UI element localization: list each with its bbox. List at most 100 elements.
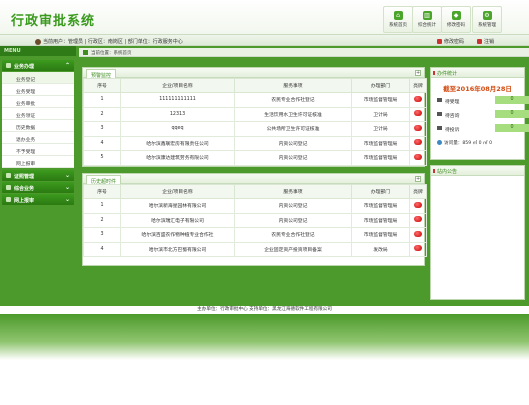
sidebar-section-label: 综合业务: [14, 186, 35, 192]
tab-warning-monitor[interactable]: 预警监控: [86, 69, 117, 79]
sidebar-section-label: 网上报审: [14, 198, 35, 204]
menu-label: MENU: [4, 48, 21, 54]
cell-index: 1: [83, 198, 121, 214]
cell-index: 4: [83, 135, 121, 151]
announcement-panel: 站内公告: [430, 165, 525, 300]
table-row[interactable]: 2 哈尔滨瑞汇电子有限公司 内资公司登记 市场监督管理局: [83, 212, 427, 228]
sidebar-section-comprehensive[interactable]: 综合业务 ⌄: [2, 182, 74, 193]
change-password-button[interactable]: ◆ 修改密码: [441, 6, 471, 33]
table-row[interactable]: 1 哈尔滨新海星园林有限公司 内资公司登记 市场监督管理局: [83, 198, 427, 214]
col-header-service: 服务事项: [234, 78, 352, 93]
footer: 主办单位：行政审批中心 支持单位：黑龙江海德软件工程有限公司: [0, 306, 529, 314]
cell-department: 卫计局: [351, 121, 410, 137]
red-light-icon: [414, 216, 422, 223]
stat-label: 待受理: [445, 100, 460, 105]
cell-company[interactable]: 哈尔滨市北方巴蜀有限公司: [120, 241, 235, 257]
cell-index: 4: [83, 241, 121, 257]
sidebar-section-online-review[interactable]: 网上报审 ⌄: [2, 194, 74, 205]
cell-company[interactable]: 哈尔滨鑫联宏房有限责任公司: [120, 135, 235, 151]
bottom-gradient: [0, 314, 529, 360]
user-key-icon: ◆: [451, 11, 461, 20]
inbox-icon: [437, 98, 442, 102]
logout-link[interactable]: 注销: [477, 38, 494, 45]
cell-department: 市场监督管理局: [351, 212, 410, 228]
home-button[interactable]: ⌂ 系统首页: [383, 6, 413, 33]
sidebar-item-returned[interactable]: 退办业务: [2, 132, 74, 144]
cell-company[interactable]: qqeq: [120, 121, 235, 137]
warning-table: 序号 企业/项目名称 服务事项 办理部门 亮牌 1 111111111111 农…: [83, 78, 427, 166]
user-info-bar: 当前用户：管理员 | 行政区：南岗区 | 部门单位：行政服务中心 修改密码 注销: [0, 34, 529, 46]
cell-light: [409, 150, 427, 166]
statistics-button-label: 综合统计: [418, 23, 436, 28]
statistics-button[interactable]: ▥ 综合统计: [412, 6, 442, 33]
col-header-company: 企业/项目名称: [120, 184, 235, 199]
stat-label: 待咨询: [445, 114, 460, 119]
col-header-index: 序号: [83, 78, 121, 93]
cell-department: 市场监督管理局: [351, 135, 410, 151]
logout-label: 注销: [484, 39, 495, 45]
visit-count-text: 访问量：859 ㎡ 0 ㎡ 0: [444, 141, 493, 146]
sidebar-item-register[interactable]: 业务登记: [2, 72, 74, 84]
cell-department: 卫计局: [351, 106, 410, 122]
sidebar-item-approve[interactable]: 业务审批: [2, 96, 74, 108]
cell-index: 3: [83, 121, 121, 137]
cell-company[interactable]: 哈尔滨康达建筑劳务有限公司: [120, 150, 235, 166]
logout-icon: [477, 39, 482, 44]
announcement-panel-header: 站内公告: [431, 166, 524, 176]
chevron-down-icon: ⌄: [64, 172, 70, 179]
expand-button[interactable]: +: [415, 70, 421, 76]
cell-light: [409, 227, 427, 243]
cell-company[interactable]: 哈尔滨瑞汇电子有限公司: [120, 212, 235, 228]
chevron-down-icon: ⌄: [64, 184, 70, 191]
sidebar-item-collect[interactable]: 业务领证: [2, 108, 74, 120]
cell-light: [409, 121, 427, 137]
user-icon: [35, 38, 41, 45]
globe-icon: [437, 140, 442, 145]
sidebar-item-online[interactable]: 网上报审: [2, 156, 74, 168]
expand-button[interactable]: +: [415, 176, 421, 182]
red-light-icon: [414, 139, 422, 146]
system-manage-button-label: 系统管理: [478, 23, 496, 28]
sidebar-item-accept[interactable]: 业务受理: [2, 84, 74, 96]
table-row[interactable]: 4 哈尔滨市北方巴蜀有限公司 企业固定资产投资项目备案 发改局: [83, 241, 427, 257]
table-row[interactable]: 5 哈尔滨康达建筑劳务有限公司 内资公司登记 市场监督管理局: [83, 150, 427, 166]
cell-service: 内资公司登记: [234, 212, 352, 228]
sidebar-item-history[interactable]: 历史数据: [2, 120, 74, 132]
col-header-company: 企业/项目名称: [120, 78, 235, 93]
cell-light: [409, 135, 427, 151]
table-row[interactable]: 4 哈尔滨鑫联宏房有限责任公司 内资公司登记 市场监督管理局: [83, 135, 427, 151]
cell-company[interactable]: 哈尔滨新海星园林有限公司: [120, 198, 235, 214]
cell-department: 市场监督管理局: [351, 227, 410, 243]
top-change-password-label: 修改密码: [444, 39, 465, 45]
red-light-icon: [414, 110, 422, 117]
table-row[interactable]: 1 111111111111 农民专业合作社登记 市场监督管理局: [83, 92, 427, 108]
cell-service: 生活饮用水卫生许可证核准: [234, 106, 352, 122]
folder-icon: [6, 185, 11, 190]
system-manage-button[interactable]: ⚙ 系统管理: [472, 6, 502, 33]
red-light-icon: [414, 95, 422, 102]
cell-department: 市场监督管理局: [351, 92, 410, 108]
stat-label: 待投诉: [445, 128, 460, 133]
cell-service: 企业固定资产投资项目备案: [234, 241, 352, 257]
sidebar-section-business[interactable]: 业务办理 ⌃: [2, 60, 74, 71]
sidebar-section-certificates[interactable]: 证照管理 ⌄: [2, 170, 74, 181]
key-icon: [437, 39, 442, 44]
table-row[interactable]: 3 哈尔滨百盛农作物种植专业合作社 农民专业合作社登记 市场监督管理局: [83, 227, 427, 243]
visit-count: 访问量：859 ㎡ 0 ㎡ 0: [437, 140, 492, 146]
red-light-icon: [414, 124, 422, 131]
table-row[interactable]: 2 12313 生活饮用水卫生许可证核准 卫计局: [83, 106, 427, 122]
red-light-icon: [414, 230, 422, 237]
col-header-index: 序号: [83, 184, 121, 199]
top-change-password-link[interactable]: 修改密码: [437, 38, 464, 45]
cell-light: [409, 198, 427, 214]
panel-header: 历史超时件 +: [83, 174, 424, 185]
stat-value: 0: [495, 124, 529, 132]
cell-index: 3: [83, 227, 121, 243]
cell-company[interactable]: 12313: [120, 106, 235, 122]
sidebar-item-rejected[interactable]: 不予受理: [2, 144, 74, 156]
cell-company[interactable]: 111111111111: [120, 92, 235, 108]
cell-company[interactable]: 哈尔滨百盛农作物种植专业合作社: [120, 227, 235, 243]
message-icon: [437, 112, 442, 116]
table-row[interactable]: 3 qqeq 公共场所卫生许可证核准 卫计局: [83, 121, 427, 137]
tab-history-overtime[interactable]: 历史超时件: [86, 175, 122, 185]
